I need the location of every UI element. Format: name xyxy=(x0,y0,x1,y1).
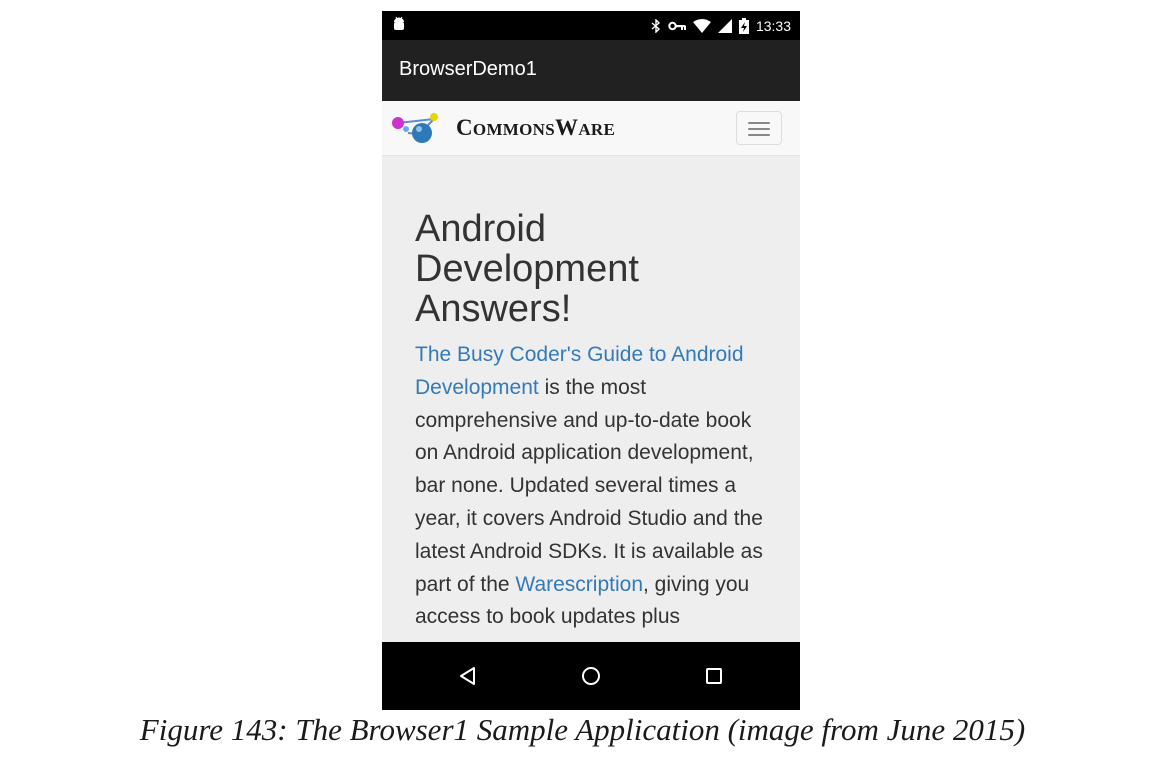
back-triangle-icon[interactable] xyxy=(458,666,478,686)
wifi-icon xyxy=(692,18,711,33)
home-circle-icon[interactable] xyxy=(581,666,601,686)
status-time: 13:33 xyxy=(755,17,791,34)
hamburger-bar xyxy=(748,134,770,136)
phone-screen: 13:33 BrowserDemo1 COMMONSWARE Android D… xyxy=(382,11,800,710)
logo-ware: ARE xyxy=(578,120,616,139)
vpn-key-icon xyxy=(668,21,686,30)
system-navigation-bar xyxy=(382,642,800,710)
hamburger-bar xyxy=(748,128,770,130)
hamburger-bar xyxy=(748,122,770,124)
battery-charging-icon xyxy=(738,17,749,34)
bluetooth-icon xyxy=(651,18,660,33)
logo-commons: OMMONS xyxy=(472,120,555,139)
intro-paragraph: The Busy Coder's Guide to Android Develo… xyxy=(415,339,775,634)
logo-letter-w: W xyxy=(555,115,579,140)
logo-letter-c: C xyxy=(456,115,473,140)
recents-square-icon[interactable] xyxy=(704,666,724,686)
logo-wordmark: COMMONSWARE xyxy=(456,115,615,141)
cell-signal-icon xyxy=(717,18,732,33)
molecule-logo-icon xyxy=(392,113,438,143)
action-bar: BrowserDemo1 xyxy=(382,40,800,101)
page-headline: Android Development Answers! xyxy=(415,208,639,330)
intro-text: is the most comprehensive and up-to-date… xyxy=(415,375,763,596)
webview[interactable]: COMMONSWARE Android Development Answers!… xyxy=(382,101,800,642)
site-navbar: COMMONSWARE xyxy=(382,101,800,156)
page-content: Android Development Answers! The Busy Co… xyxy=(415,209,775,634)
warescription-link[interactable]: Warescription xyxy=(515,573,643,596)
android-debug-icon xyxy=(394,16,404,30)
status-bar: 13:33 xyxy=(382,11,800,40)
figure-caption: Figure 143: The Browser1 Sample Applicat… xyxy=(139,712,1026,747)
commonsware-logo[interactable]: COMMONSWARE xyxy=(390,111,615,145)
menu-toggle-button[interactable] xyxy=(736,111,782,145)
app-title: BrowserDemo1 xyxy=(399,58,537,80)
